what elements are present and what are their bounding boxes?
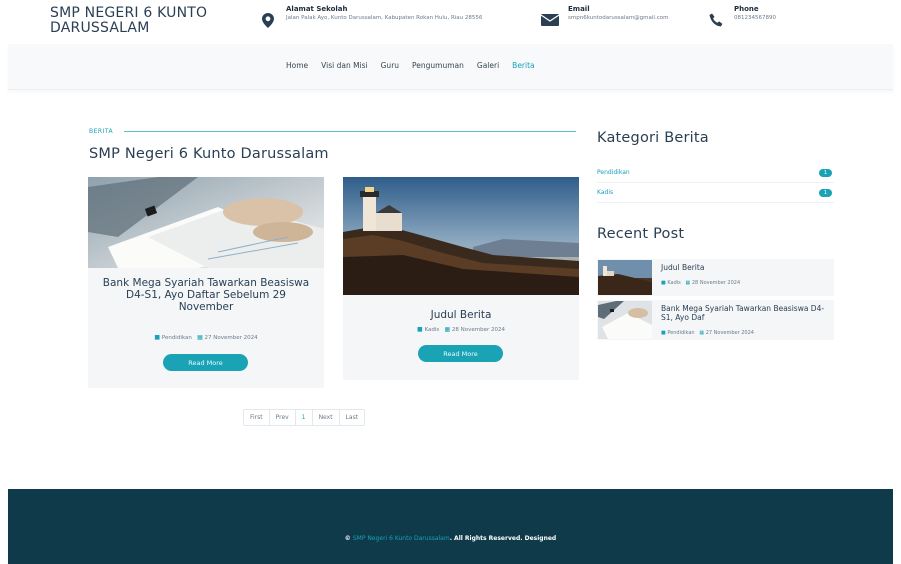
recent-post-date: 28 November 2024 xyxy=(691,280,741,286)
post-card: Judul Berita ■ Kadis ▦ 28 November 2024 … xyxy=(343,177,579,380)
recent-post-title[interactable]: Judul Berita xyxy=(661,263,833,273)
post-image-lighthouse[interactable] xyxy=(343,177,579,295)
post-date: 27 November 2024 xyxy=(204,335,258,341)
category-count-badge: 1 xyxy=(819,169,832,177)
calendar-icon: ▦ xyxy=(444,326,451,333)
page-title: SMP Negeri 6 Kunto Darussalam xyxy=(89,146,329,162)
pagination-last[interactable]: Last xyxy=(340,410,365,425)
recent-post-meta: ■ Kadis ▦ 28 November 2024 xyxy=(661,280,740,286)
recent-post-heading: Recent Post xyxy=(597,226,685,242)
recent-post-title[interactable]: Bank Mega Syariah Tawarkan Beasiswa D4-S… xyxy=(661,304,833,322)
brand-line-1: SMP NEGERI 6 KUNTO xyxy=(50,5,208,21)
copyright-text: © SMP Negeri 6 Kunto Darussalam. All Rig… xyxy=(8,535,893,542)
post-title[interactable]: Bank Mega Syariah Tawarkan Beasiswa D4-S… xyxy=(98,277,314,313)
nav-item-home[interactable]: Home xyxy=(286,61,308,70)
recent-post-item[interactable]: Bank Mega Syariah Tawarkan Beasiswa D4-S… xyxy=(597,300,834,340)
email-info: Email smpn6kuntodarussalam@gmail.com xyxy=(540,5,668,30)
pagination: First Prev 1 Next Last xyxy=(243,409,366,426)
address-title: Alamat Sekolah xyxy=(286,5,348,13)
footer-rights: . All Rights Reserved. Designed xyxy=(449,535,557,542)
nav-item-guru[interactable]: Guru xyxy=(381,61,399,70)
pagination-first[interactable]: First xyxy=(244,410,270,425)
pagination-next[interactable]: Next xyxy=(313,410,340,425)
post-meta: ■ Kadis ▦ 28 November 2024 xyxy=(343,326,579,333)
site-brand[interactable]: SMP NEGERI 6 KUNTO DARUSSALAM xyxy=(50,6,250,36)
brand-line-2: DARUSSALAM xyxy=(50,20,150,36)
email-text[interactable]: smpn6kuntodarussalam@gmail.com xyxy=(568,14,668,22)
phone-title: Phone xyxy=(734,5,759,13)
pagination-prev[interactable]: Prev xyxy=(270,410,296,425)
breadcrumb-divider xyxy=(124,131,576,132)
read-more-button[interactable]: Read More xyxy=(418,345,503,362)
calendar-icon: ▦ xyxy=(685,280,691,286)
recent-post-category[interactable]: Kadis xyxy=(667,280,680,286)
category-label[interactable]: Pendidikan xyxy=(597,169,630,176)
recent-post-meta: ■ Pendidikan ▦ 27 November 2024 xyxy=(661,330,754,336)
address-text: Jalan Palak Ayo, Kunto Darussalam, Kabup… xyxy=(286,15,483,21)
recent-post-thumbnail[interactable] xyxy=(598,301,652,339)
nav-item-pengumuman[interactable]: Pengumuman xyxy=(412,61,464,70)
category-item[interactable]: Kadis 1 xyxy=(597,183,834,203)
tag-icon: ■ xyxy=(154,334,161,341)
post-card: Bank Mega Syariah Tawarkan Beasiswa D4-S… xyxy=(88,177,324,388)
copyright-symbol: © xyxy=(344,535,351,542)
post-title[interactable]: Judul Berita xyxy=(353,309,569,321)
phone-icon xyxy=(706,10,726,30)
post-meta: ■ Pendidikan ▦ 27 November 2024 xyxy=(88,334,324,341)
post-category[interactable]: Pendidikan xyxy=(162,335,192,341)
envelope-icon xyxy=(540,10,560,30)
post-image-laptop[interactable] xyxy=(88,177,324,268)
tag-icon: ■ xyxy=(661,330,666,336)
category-count-badge: 1 xyxy=(819,189,832,197)
category-label[interactable]: Kadis xyxy=(597,189,613,196)
tag-icon: ■ xyxy=(661,280,666,286)
footer-site-link[interactable]: SMP Negeri 6 Kunto Darussalam xyxy=(353,535,450,542)
tag-icon: ■ xyxy=(417,326,423,333)
post-date: 28 November 2024 xyxy=(451,327,505,333)
address-info: Alamat Sekolah Jalan Palak Ayo, Kunto Da… xyxy=(258,5,508,30)
phone-info: Phone 081234567890 xyxy=(706,5,776,30)
nav-item-galeri[interactable]: Galeri xyxy=(477,61,499,70)
calendar-icon: ▦ xyxy=(699,330,705,336)
category-item[interactable]: Pendidikan 1 xyxy=(597,163,834,183)
site-footer: © SMP Negeri 6 Kunto Darussalam. All Rig… xyxy=(8,489,893,564)
recent-post-date: 27 November 2024 xyxy=(705,330,754,336)
read-more-button[interactable]: Read More xyxy=(163,354,248,371)
top-header: SMP NEGERI 6 KUNTO DARUSSALAM Alamat Sek… xyxy=(0,0,901,42)
nav-item-visi-misi[interactable]: Visi dan Misi xyxy=(321,61,367,70)
pagination-page-1[interactable]: 1 xyxy=(296,410,313,425)
nav-item-berita[interactable]: Berita xyxy=(512,61,534,70)
email-title: Email xyxy=(568,5,590,13)
main-nav: Home Visi dan Misi Guru Pengumuman Galer… xyxy=(8,44,893,90)
recent-post-item[interactable]: Judul Berita ■ Kadis ▦ 28 November 2024 xyxy=(597,259,834,296)
recent-post-category[interactable]: Pendidikan xyxy=(667,330,694,336)
recent-post-thumbnail[interactable] xyxy=(598,260,652,295)
calendar-icon: ▦ xyxy=(197,334,203,341)
phone-text[interactable]: 081234567890 xyxy=(734,14,776,22)
breadcrumb: BERITA xyxy=(89,128,114,135)
categories-heading: Kategori Berita xyxy=(597,130,709,146)
post-category[interactable]: Kadis xyxy=(424,327,439,333)
map-pin-icon xyxy=(258,10,278,30)
